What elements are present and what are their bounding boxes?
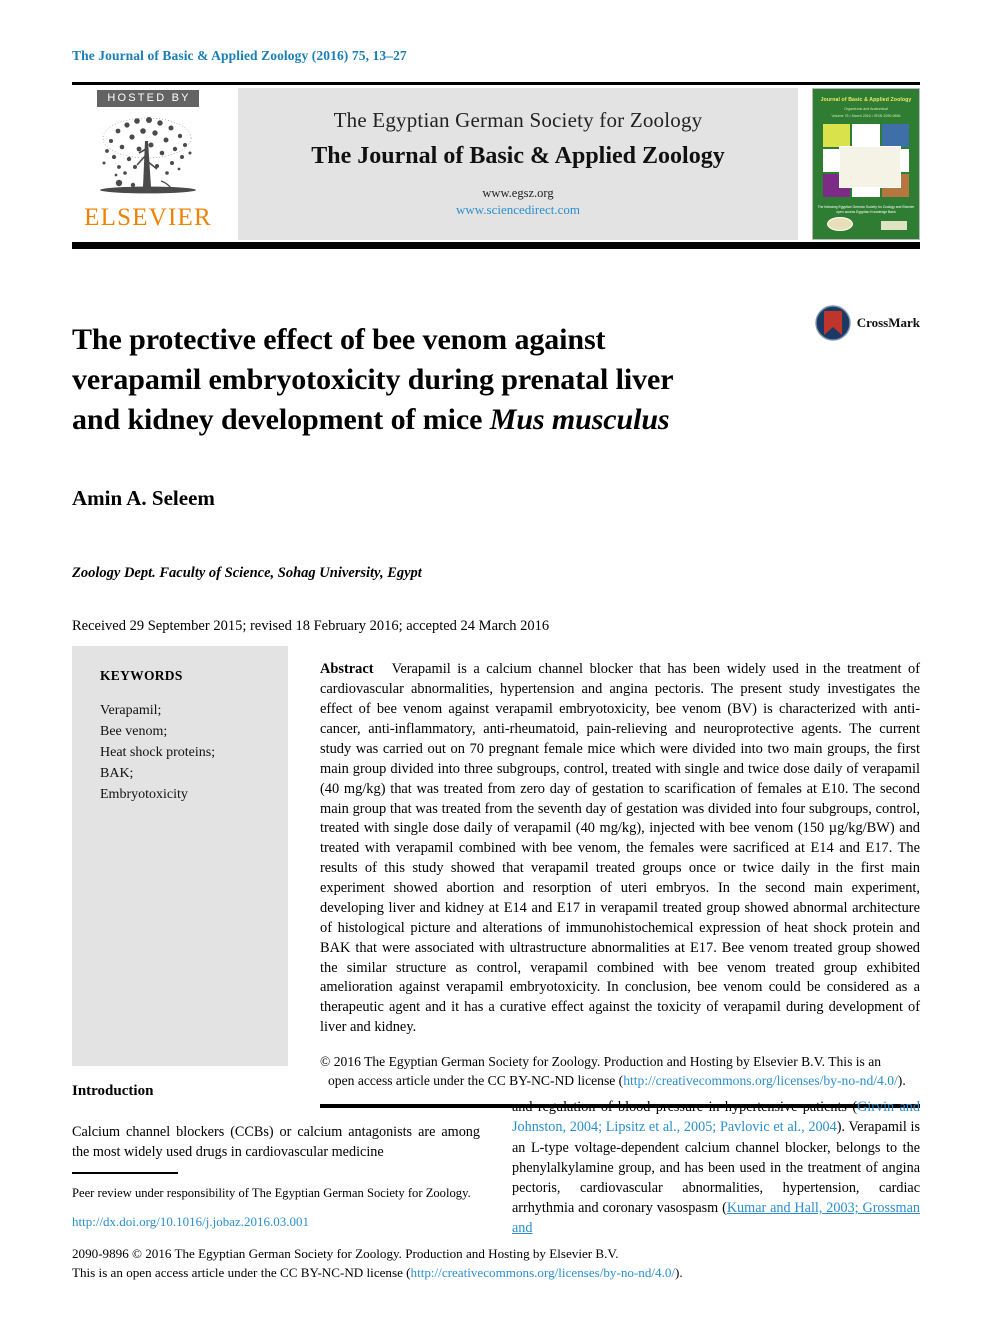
- introduction-heading: Introduction: [72, 1083, 154, 1099]
- legal-line-2-prefix: This is an open access article under the…: [72, 1264, 411, 1280]
- keyword-item[interactable]: BAK;: [100, 763, 288, 784]
- elsevier-logo-block: HOSTED BY ELSEVIER: [72, 88, 224, 240]
- abstract-column: Abstract Verapamil is a calcium channel b…: [288, 646, 920, 1109]
- copyright-line-1: © 2016 The Egyptian German Society for Z…: [320, 1054, 882, 1070]
- cover-image-grid: [823, 123, 909, 197]
- hosted-by-badge: HOSTED BY: [97, 90, 199, 107]
- introduction-right-paragraph: and regulation of blood pressure in hype…: [512, 1097, 920, 1238]
- keywords-panel: KEYWORDS Verapamil; Bee venom; Heat shoc…: [72, 646, 288, 1066]
- abstract-label: Abstract: [320, 661, 374, 678]
- keyword-item[interactable]: Verapamil;: [100, 700, 288, 721]
- elsevier-wordmark: ELSEVIER: [84, 204, 212, 231]
- cover-inner: Journal of Basic & Applied Zoology Organ…: [817, 93, 915, 235]
- peer-review-note: Peer review under responsibility of The …: [72, 1185, 471, 1200]
- title-line-2: verapamil embryotoxicity during prenatal…: [72, 362, 674, 396]
- cover-cell: [852, 123, 880, 147]
- header-bottom-rule: [72, 242, 920, 249]
- cover-title: Journal of Basic & Applied Zoology: [820, 97, 912, 103]
- cover-issue-line: Volume 75 • March 2016 • ISSN 2090-9896: [831, 113, 901, 118]
- article-history: Received 29 September 2015; revised 18 F…: [72, 617, 550, 634]
- cover-cell: [823, 123, 851, 147]
- header-band: HOSTED BY ELSEVIER The Egyptian German S…: [72, 88, 920, 240]
- abstract-section: KEYWORDS Verapamil; Bee venom; Heat shoc…: [72, 646, 920, 1109]
- legal-line-2-suffix: ).: [675, 1264, 683, 1280]
- footnote-rule: [72, 1172, 178, 1174]
- keywords-heading: KEYWORDS: [100, 668, 183, 683]
- elsevier-tree-icon: [100, 117, 196, 194]
- journal-title-box: The Egyptian German Society for Zoology …: [238, 88, 798, 240]
- society-name: The Egyptian German Society for Zoology: [333, 108, 703, 133]
- cover-footer-text: The following Egyptian German Society fo…: [817, 204, 915, 214]
- journal-header: HOSTED BY ELSEVIER The Egyptian German S…: [72, 82, 920, 249]
- journal-cover-thumbnail: Journal of Basic & Applied Zoology Organ…: [812, 88, 920, 240]
- right-column: and regulation of blood pressure in hype…: [512, 1083, 920, 1252]
- abstract-text-block: Abstract Verapamil is a calcium channel b…: [320, 660, 920, 1038]
- keyword-item[interactable]: Bee venom;: [100, 721, 288, 742]
- title-block: CrossMark The protective effect of bee v…: [72, 300, 920, 635]
- crossmark-badge[interactable]: CrossMark: [814, 305, 920, 341]
- abstract-text: Verapamil is a calcium channel blocker t…: [320, 661, 920, 1036]
- header-top-rule: [72, 82, 920, 85]
- intro-right-text-1: and regulation of blood pressure in hype…: [512, 1099, 858, 1116]
- author-name[interactable]: Amin A. Seleem: [72, 486, 920, 511]
- crossmark-icon: [814, 305, 851, 341]
- legal-license-link[interactable]: http://creativecommons.org/licenses/by-n…: [411, 1265, 676, 1280]
- society-url[interactable]: www.egsz.org: [482, 186, 553, 202]
- journal-name: The Journal of Basic & Applied Zoology: [311, 143, 725, 170]
- crossmark-label: CrossMark: [856, 315, 920, 330]
- article-page: The Journal of Basic & Applied Zoology (…: [0, 0, 992, 1323]
- sciencedirect-url[interactable]: www.sciencedirect.com: [456, 202, 580, 218]
- footnote-block: Peer review under responsibility of The …: [72, 1172, 480, 1230]
- title-line-1: The protective effect of bee venom again…: [72, 323, 606, 357]
- author-affiliation: Zoology Dept. Faculty of Science, Sohag …: [72, 564, 422, 581]
- title-line-3-prefix: and kidney development of mice: [72, 402, 490, 436]
- running-head: The Journal of Basic & Applied Zoology (…: [72, 48, 407, 63]
- cover-cell: [881, 123, 909, 147]
- bottom-legal-block: 2090-9896 © 2016 The Egyptian German Soc…: [72, 1245, 772, 1282]
- cover-seal-icon: [827, 217, 853, 231]
- introduction-left-paragraph: Calcium channel blockers (CCBs) or calci…: [72, 1124, 480, 1161]
- cover-publisher-badge: [881, 221, 907, 230]
- cover-center-image: [839, 145, 901, 188]
- doi-link[interactable]: http://dx.doi.org/10.1016/j.jobaz.2016.0…: [72, 1214, 480, 1230]
- title-species-name: Mus musculus: [489, 402, 670, 436]
- keyword-item[interactable]: Embryotoxicity: [100, 784, 288, 805]
- keyword-item[interactable]: Heat shock proteins;: [100, 742, 288, 763]
- cover-subtitle: Organismic and Anatomical: [844, 106, 888, 111]
- legal-line-1: 2090-9896 © 2016 The Egyptian German Soc…: [72, 1246, 619, 1261]
- page-title: The protective effect of bee venom again…: [72, 320, 772, 440]
